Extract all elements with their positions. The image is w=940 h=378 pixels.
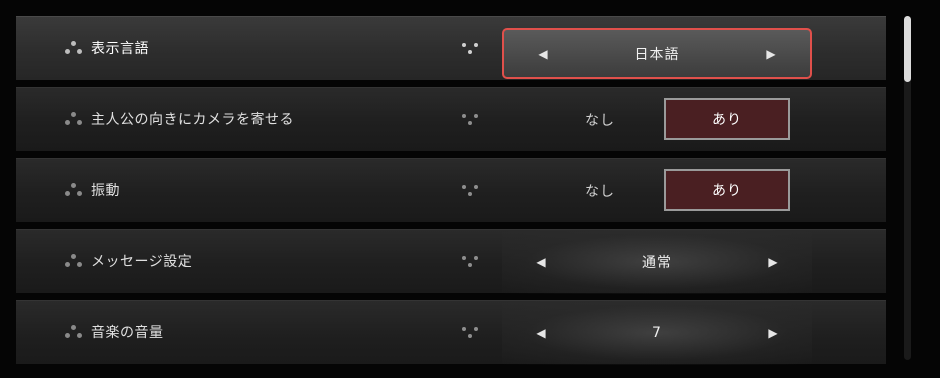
arrow-left-icon[interactable]: ◀ [526, 301, 556, 365]
button-hint-icon [460, 41, 480, 57]
setting-label: 音楽の音量 [91, 325, 164, 341]
dots-icon [64, 183, 84, 199]
button-hint-icon [460, 325, 480, 341]
arrow-right-icon[interactable]: ▶ [758, 301, 788, 365]
button-hint-icon [460, 254, 480, 270]
dots-icon [64, 41, 84, 57]
toggle-option-on[interactable]: あり [664, 169, 790, 211]
setting-row-message[interactable]: メッセージ設定 ◀ 通常 ▶ [16, 229, 886, 294]
setting-label: 表示言語 [91, 41, 149, 57]
setting-row-display-language[interactable]: 表示言語 ◀ 日本語 ▶ [16, 16, 886, 80]
dots-icon [64, 254, 84, 270]
selector-value: 7 [652, 325, 662, 341]
camera-follow-toggle[interactable]: なし あり [536, 88, 798, 152]
arrow-right-icon[interactable]: ▶ [758, 230, 788, 294]
setting-row-camera-follow[interactable]: 主人公の向きにカメラを寄せる なし あり [16, 87, 886, 151]
setting-label: メッセージ設定 [91, 254, 193, 270]
selector-value: 通常 [642, 255, 672, 271]
dots-icon [64, 325, 84, 341]
scrollbar[interactable] [904, 16, 911, 360]
arrow-left-icon[interactable]: ◀ [528, 30, 558, 77]
toggle-option-off[interactable]: なし [536, 98, 664, 142]
button-hint-icon [460, 183, 480, 199]
setting-row-vibration[interactable]: 振動 なし あり [16, 158, 886, 222]
music-volume-selector[interactable]: ◀ 7 ▶ [502, 301, 812, 365]
vibration-toggle[interactable]: なし あり [536, 159, 798, 223]
dots-icon [64, 112, 84, 128]
toggle-option-off[interactable]: なし [536, 169, 664, 213]
language-selector[interactable]: ◀ 日本語 ▶ [502, 28, 812, 79]
arrow-left-icon[interactable]: ◀ [526, 230, 556, 294]
setting-row-music-volume[interactable]: 音楽の音量 ◀ 7 ▶ [16, 300, 886, 365]
button-hint-icon [460, 112, 480, 128]
toggle-option-on[interactable]: あり [664, 98, 790, 140]
message-selector[interactable]: ◀ 通常 ▶ [502, 230, 812, 294]
arrow-right-icon[interactable]: ▶ [756, 30, 786, 77]
selector-value: 日本語 [634, 46, 680, 63]
setting-label: 振動 [91, 183, 120, 199]
settings-list: 表示言語 ◀ 日本語 ▶ 主人公の向きにカメラを寄せる なし あり 振動 なし … [16, 16, 886, 371]
setting-label: 主人公の向きにカメラを寄せる [91, 112, 294, 128]
scrollbar-thumb[interactable] [904, 16, 911, 82]
